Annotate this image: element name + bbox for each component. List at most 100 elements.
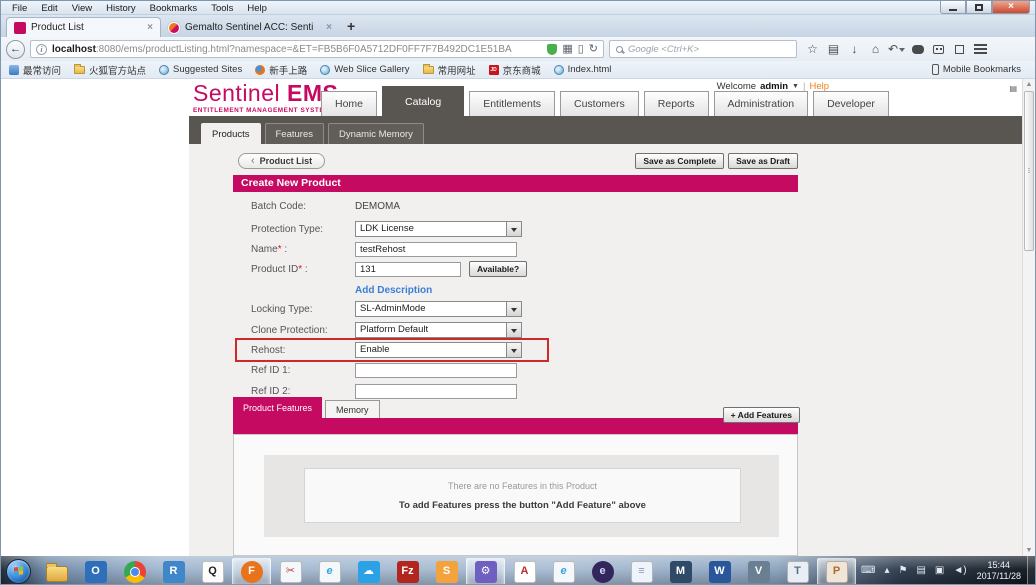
rehost-select[interactable]: Enable xyxy=(355,342,522,358)
bookmark-most-visited[interactable]: 最常访问 xyxy=(9,63,61,77)
taskbar-toolbox[interactable]: ⚙ xyxy=(466,558,505,585)
start-button[interactable] xyxy=(6,559,31,584)
bookmark-index-html[interactable]: Index.html xyxy=(554,64,612,75)
window-close-button[interactable]: × xyxy=(992,1,1030,14)
locking-type-select[interactable]: SL-AdminMode xyxy=(355,301,522,317)
scroll-up-icon[interactable]: ▲ xyxy=(1023,81,1035,88)
nav-tab-reports[interactable]: Reports xyxy=(644,91,709,116)
taskbar-acrobat-reader[interactable]: A xyxy=(505,558,544,585)
feature-tab-memory[interactable]: Memory xyxy=(325,400,380,418)
scroll-down-icon[interactable]: ▼ xyxy=(1023,547,1035,554)
taskbar-clock[interactable]: 15:44 2017/11/28 xyxy=(971,560,1027,582)
nav-tab-customers[interactable]: Customers xyxy=(560,91,639,116)
search-input[interactable]: Google <Ctrl+K> xyxy=(609,40,797,58)
scrollbar-thumb[interactable] xyxy=(1024,91,1034,251)
add-description-link[interactable]: Add Description xyxy=(355,285,432,296)
url-bar[interactable]: i localhost:8080/ems/productListing.html… xyxy=(30,40,604,58)
reload-icon[interactable]: ↻ xyxy=(589,44,598,55)
nav-tab-home[interactable]: Home xyxy=(321,91,377,116)
taskbar-internet-explorer[interactable]: e xyxy=(310,558,349,585)
name-input[interactable] xyxy=(355,242,517,257)
browser-tab-product-list[interactable]: Product List × xyxy=(6,17,161,37)
available-check-button[interactable]: Available? xyxy=(469,261,527,277)
bookmarks-menu-icon[interactable]: ▤ xyxy=(823,39,844,59)
product-list-back-button[interactable]: ‹ Product List xyxy=(238,153,325,169)
taskbar-vmware[interactable]: V xyxy=(739,558,778,585)
taskbar-paint-tool[interactable]: P xyxy=(817,558,856,585)
menu-file[interactable]: File xyxy=(5,3,34,14)
home-icon[interactable]: ⌂ xyxy=(865,39,886,59)
dropdown-arrow-icon[interactable] xyxy=(506,222,521,236)
taskbar-chrome[interactable] xyxy=(115,558,154,585)
taskbar-eclipse[interactable]: e xyxy=(583,558,622,585)
taskbar-license-tag-tool[interactable]: T xyxy=(778,558,817,585)
sub-tab-products[interactable]: Products xyxy=(201,123,261,144)
bookmark-web-slice-gallery[interactable]: Web Slice Gallery xyxy=(320,64,409,75)
site-info-icon[interactable]: i xyxy=(36,44,47,55)
downloads-icon[interactable]: ↓ xyxy=(844,39,865,59)
mobile-bookmarks[interactable]: Mobile Bookmarks xyxy=(932,64,1027,75)
keyboard-icon[interactable]: ⌨ xyxy=(861,566,875,576)
shield-icon[interactable] xyxy=(547,44,557,55)
menu-hamburger-icon[interactable] xyxy=(970,39,991,59)
taskbar-word[interactable]: W xyxy=(700,558,739,585)
menu-view[interactable]: View xyxy=(65,3,99,14)
menu-help[interactable]: Help xyxy=(240,3,274,14)
nav-tab-developer[interactable]: Developer xyxy=(813,91,889,116)
grid-icon[interactable]: ▦ xyxy=(562,44,572,55)
taskbar-filezilla[interactable]: Fz xyxy=(388,558,427,585)
network-icon[interactable]: ▣ xyxy=(935,566,944,576)
save-as-draft-button[interactable]: Save as Draft xyxy=(728,153,798,169)
taskbar-baidu-cloud[interactable]: ☁ xyxy=(349,558,388,585)
taskbar-internet-explorer-2[interactable]: e xyxy=(544,558,583,585)
taskbar-snipping-tool[interactable]: ✂ xyxy=(271,558,310,585)
new-tab-button[interactable]: + xyxy=(347,18,355,34)
menu-edit[interactable]: Edit xyxy=(34,3,64,14)
menu-tools[interactable]: Tools xyxy=(204,3,240,14)
taskbar-notepad[interactable]: ≡ xyxy=(622,558,661,585)
protection-type-select[interactable]: LDK License xyxy=(355,221,522,237)
bookmark-star-icon[interactable]: ☆ xyxy=(802,39,823,59)
nav-tab-entitlements[interactable]: Entitlements xyxy=(469,91,555,116)
bookmark-getting-started[interactable]: 新手上路 xyxy=(255,63,307,77)
extension-robot-icon[interactable] xyxy=(928,39,949,59)
tab-close-icon[interactable]: × xyxy=(326,22,332,33)
dropdown-arrow-icon[interactable] xyxy=(506,302,521,316)
taskbar-computer-management[interactable]: M xyxy=(661,558,700,585)
tab-close-icon[interactable]: × xyxy=(147,22,153,33)
back-button[interactable]: ← xyxy=(6,40,25,59)
menu-history[interactable]: History xyxy=(99,3,143,14)
action-center-flag-icon[interactable]: ⚑ xyxy=(899,566,908,576)
sync-icon[interactable]: ↶ xyxy=(886,39,907,59)
nav-tab-administration[interactable]: Administration xyxy=(714,91,809,116)
browser-tab-gemalto-acc[interactable]: Gemalto Sentinel ACC: Senti × xyxy=(161,18,339,37)
reader-mode-icon[interactable]: ▯ xyxy=(578,44,584,55)
taskbar-windows-explorer[interactable] xyxy=(37,558,76,585)
clone-protection-select[interactable]: Platform Default xyxy=(355,322,522,338)
page-tool-icon[interactable]: ▤ xyxy=(1009,84,1017,93)
feature-tab-product-features[interactable]: Product Features xyxy=(233,397,322,418)
bookmark-jd-mall[interactable]: JD京东商城 xyxy=(489,63,541,77)
menu-bookmarks[interactable]: Bookmarks xyxy=(143,3,205,14)
show-desktop-button[interactable] xyxy=(1027,556,1035,585)
bookmark-firefox-official-sites[interactable]: 火狐官方站点 xyxy=(74,63,146,77)
bookmark-suggested-sites[interactable]: Suggested Sites xyxy=(159,64,242,75)
sub-tab-features[interactable]: Features xyxy=(265,123,325,144)
taskbar-orange-search-tool[interactable]: S xyxy=(427,558,466,585)
nav-tab-catalog[interactable]: Catalog xyxy=(382,86,464,116)
chat-bubble-icon[interactable] xyxy=(907,39,928,59)
sub-tab-dynamic-memory[interactable]: Dynamic Memory xyxy=(328,123,424,144)
bookmark-common-sites[interactable]: 常用网址 xyxy=(423,63,476,77)
taskbar-remote-desktop[interactable]: R xyxy=(154,558,193,585)
page-scrollbar[interactable]: ▲ ▼ xyxy=(1022,79,1035,556)
taskbar-outlook[interactable]: O xyxy=(76,558,115,585)
save-as-complete-button[interactable]: Save as Complete xyxy=(635,153,724,169)
window-minimize-button[interactable] xyxy=(940,1,966,14)
crop-tool-icon[interactable] xyxy=(949,39,970,59)
show-hidden-icons-icon[interactable]: ▴ xyxy=(884,566,889,576)
taskbar-firefox[interactable]: F xyxy=(232,558,271,585)
taskbar-qq[interactable]: Q xyxy=(193,558,232,585)
notes-tool-icon[interactable]: ▤ xyxy=(916,566,925,576)
dropdown-arrow-icon[interactable] xyxy=(506,343,521,357)
add-features-button[interactable]: + Add Features xyxy=(723,407,800,423)
